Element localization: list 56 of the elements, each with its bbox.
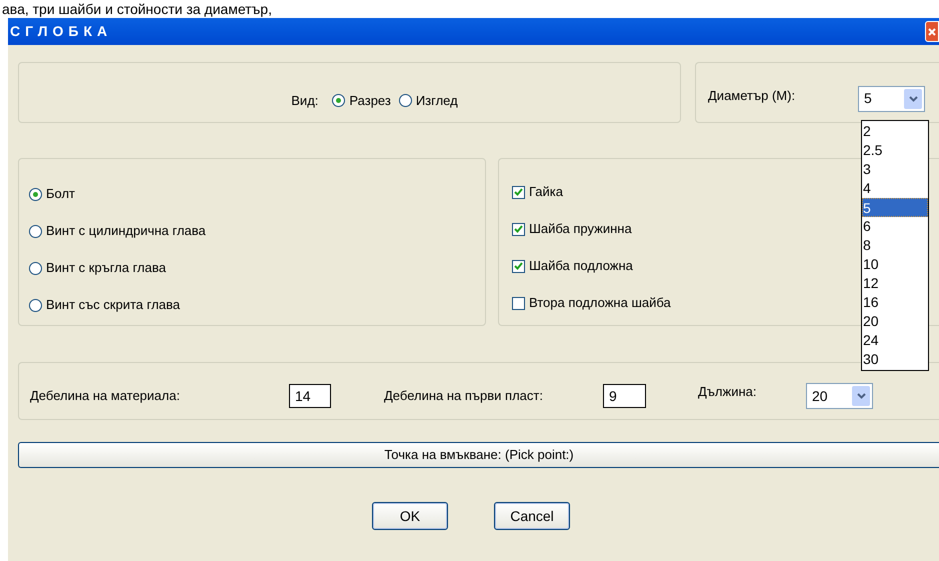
dropdown-option[interactable]: 3 (862, 160, 928, 179)
radio-label[interactable]: Винт с цилиндрична глава (46, 221, 206, 241)
chevron-down-icon (856, 393, 866, 399)
radio-button[interactable] (29, 224, 42, 238)
checkbox[interactable] (512, 260, 525, 272)
checkbox[interactable] (512, 296, 525, 310)
radio-label[interactable]: Изглед (416, 90, 458, 110)
checkbox[interactable] (512, 222, 525, 236)
checkbox-label[interactable]: Гайка (529, 182, 564, 202)
close-icon (928, 28, 936, 36)
material-thickness-label: Дебелина на материала: (30, 387, 181, 406)
dropdown-option[interactable]: 2.5 (862, 141, 928, 160)
dropdown-option[interactable]: 16 (862, 293, 928, 312)
length-label: Дължина: (697, 383, 758, 402)
radio-button[interactable] (332, 94, 346, 107)
first-layer-thickness-field[interactable]: 9 (603, 384, 646, 408)
checkbox-label[interactable]: Втора подложна шайба (529, 293, 671, 313)
dropdown-option[interactable]: 20 (862, 312, 928, 331)
dropdown-option[interactable]: 4 (862, 179, 928, 198)
checkmark-icon (514, 262, 523, 270)
radio-label[interactable]: Разрез (349, 90, 391, 110)
length-dropdown[interactable]: 20 (806, 383, 873, 409)
dialog-button[interactable]: Cancel (494, 502, 570, 530)
radio-button[interactable] (29, 188, 42, 200)
close-button[interactable] (925, 21, 939, 42)
caption-text: ава, три шайби и стойности за диаметър, (2, 1, 272, 17)
radio-label[interactable]: Винт с кръгла глава (46, 258, 166, 278)
dropdown-option[interactable]: 8 (862, 236, 928, 255)
radio-label[interactable]: Болт (46, 184, 76, 204)
checkmark-icon (514, 225, 523, 233)
dropdown-arrow-button[interactable] (852, 386, 870, 406)
view-label: Вид: (291, 92, 318, 110)
checkbox-label[interactable]: Шайба пружинна (529, 219, 632, 239)
dropdown-option[interactable]: 2 (862, 122, 928, 141)
diameter-dropdown[interactable]: 5 (858, 86, 925, 112)
diameter-label: Диаметър (М): (708, 86, 796, 105)
dropdown-option[interactable]: 12 (862, 274, 928, 293)
radio-label[interactable]: Винт със скрита глава (46, 295, 180, 315)
radio-button[interactable] (29, 262, 42, 274)
dropdown-arrow-button[interactable] (904, 88, 922, 108)
pick-point-button[interactable]: Точка на вмъкване: (Pick point:) (18, 442, 939, 468)
dropdown-option[interactable]: 5 (862, 198, 928, 217)
material-thickness-field[interactable]: 14 (289, 384, 331, 408)
window-title: СГЛОБКА (10, 22, 112, 41)
dropdown-option[interactable]: 10 (862, 255, 928, 274)
chevron-down-icon (908, 96, 918, 102)
checkmark-icon (514, 188, 523, 196)
dropdown-option[interactable]: 30 (862, 350, 928, 369)
radio-button[interactable] (29, 298, 42, 312)
first-layer-thickness-label: Дебелина на първи пласт: (383, 387, 544, 406)
dropdown-option[interactable]: 6 (862, 217, 928, 236)
dialog-button[interactable]: OK (372, 502, 448, 530)
dropdown-option[interactable]: 24 (862, 331, 928, 350)
checkbox[interactable] (512, 186, 525, 198)
checkbox-label[interactable]: Шайба подложна (529, 256, 633, 276)
radio-button[interactable] (398, 94, 412, 107)
